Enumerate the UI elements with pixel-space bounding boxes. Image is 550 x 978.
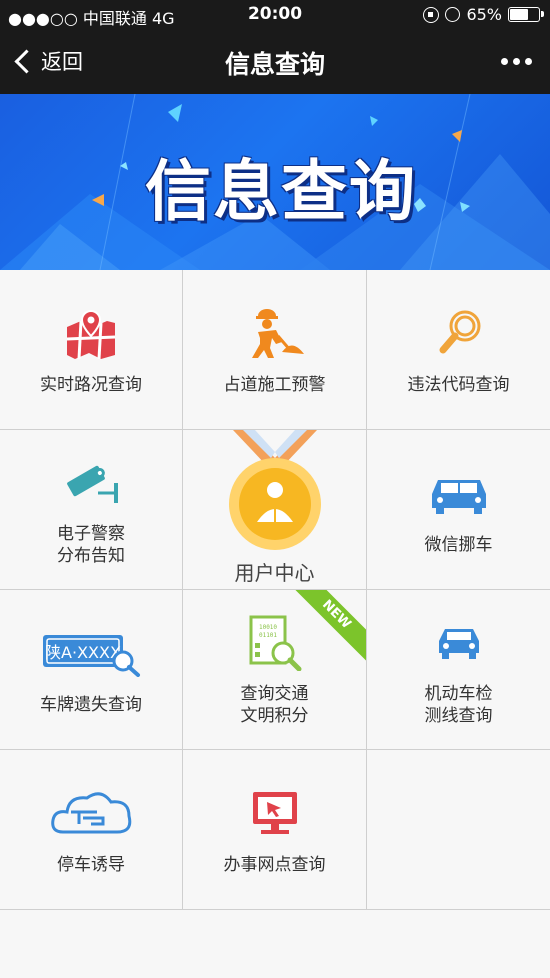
monitor-cursor-icon	[240, 784, 310, 844]
grid-item-label-line1: 机动车检	[424, 683, 493, 704]
grid-item-label-line2: 测线查询	[424, 705, 493, 726]
banner: 信息查询	[0, 94, 550, 270]
grid-item-wechat-move-car[interactable]: 微信挪车	[367, 430, 550, 590]
alarm-icon	[445, 7, 461, 22]
rotation-lock-icon	[423, 6, 440, 23]
grid-item-plate-lost[interactable]: 陕A·XXXX 车牌遗失查询	[0, 590, 183, 750]
document-search-icon: 10010 01101	[240, 613, 310, 673]
more-dot-icon	[513, 58, 520, 65]
svg-text:01101: 01101	[258, 632, 276, 639]
grid-item-label: 停车诱导	[57, 854, 125, 875]
service-grid: 实时路况查询 占道施工预警 违法代码查询 电子警察 分布告知 用户中心 微信挪车…	[0, 270, 550, 910]
car-icon	[424, 613, 494, 673]
grid-item-label: 占道施工预警	[223, 374, 326, 395]
grid-item-vehicle-inspection[interactable]: 机动车检 测线查询	[367, 590, 550, 750]
battery-level	[510, 9, 529, 20]
plate-text: 陕A·XXXX	[45, 643, 121, 662]
grid-item-empty	[367, 750, 550, 910]
cars-icon	[424, 464, 494, 524]
grid-item-label-line2: 文明积分	[240, 705, 309, 726]
user-medal-icon	[228, 430, 321, 550]
page-title: 信息查询	[224, 50, 325, 79]
more-button[interactable]	[501, 58, 532, 65]
grid-item-label: 实时路况查询	[40, 374, 142, 395]
grid-item-road-construction[interactable]: 占道施工预警	[183, 270, 367, 430]
construction-worker-icon	[240, 304, 310, 364]
battery-icon	[508, 7, 544, 22]
grid-item-e-police[interactable]: 电子警察 分布告知	[0, 430, 183, 590]
grid-item-label-line1: 查询交通	[240, 683, 309, 704]
grid-item-civility-points[interactable]: NEW 10010 01101 查询交通 文明积分	[183, 590, 367, 750]
parking-cloud-icon	[46, 784, 136, 844]
grid-item-realtime-traffic[interactable]: 实时路况查询	[0, 270, 183, 430]
grid-item-label: 办事网点查询	[223, 854, 326, 875]
status-right: 65%	[423, 5, 544, 24]
more-dot-icon	[525, 58, 532, 65]
battery-percent: 65%	[466, 5, 502, 24]
grid-item-label: 车牌遗失查询	[40, 694, 142, 715]
grid-item-label: 用户中心	[234, 561, 315, 585]
grid-item-user-center[interactable]: 用户中心	[183, 430, 367, 590]
license-plate-icon: 陕A·XXXX	[36, 624, 146, 684]
banner-title: 信息查询	[145, 153, 417, 230]
nav-bar: 返回 信息查询	[0, 30, 550, 94]
more-dot-icon	[501, 58, 508, 65]
grid-item-parking-guidance[interactable]: 停车诱导	[0, 750, 183, 910]
surveillance-camera-icon	[56, 453, 126, 513]
status-bar: ●●●○○ 中国联通 4G 20:00 65%	[0, 0, 550, 30]
magnifier-icon	[424, 304, 494, 364]
grid-item-label: 微信挪车	[424, 534, 493, 555]
map-pin-icon	[56, 304, 126, 364]
grid-item-service-outlets[interactable]: 办事网点查询	[183, 750, 367, 910]
svg-text:10010: 10010	[258, 624, 276, 631]
grid-item-label-line2: 分布告知	[57, 545, 125, 566]
grid-item-label-line1: 电子警察	[57, 523, 125, 544]
grid-item-label: 违法代码查询	[407, 374, 510, 395]
grid-item-violation-code[interactable]: 违法代码查询	[367, 270, 550, 430]
